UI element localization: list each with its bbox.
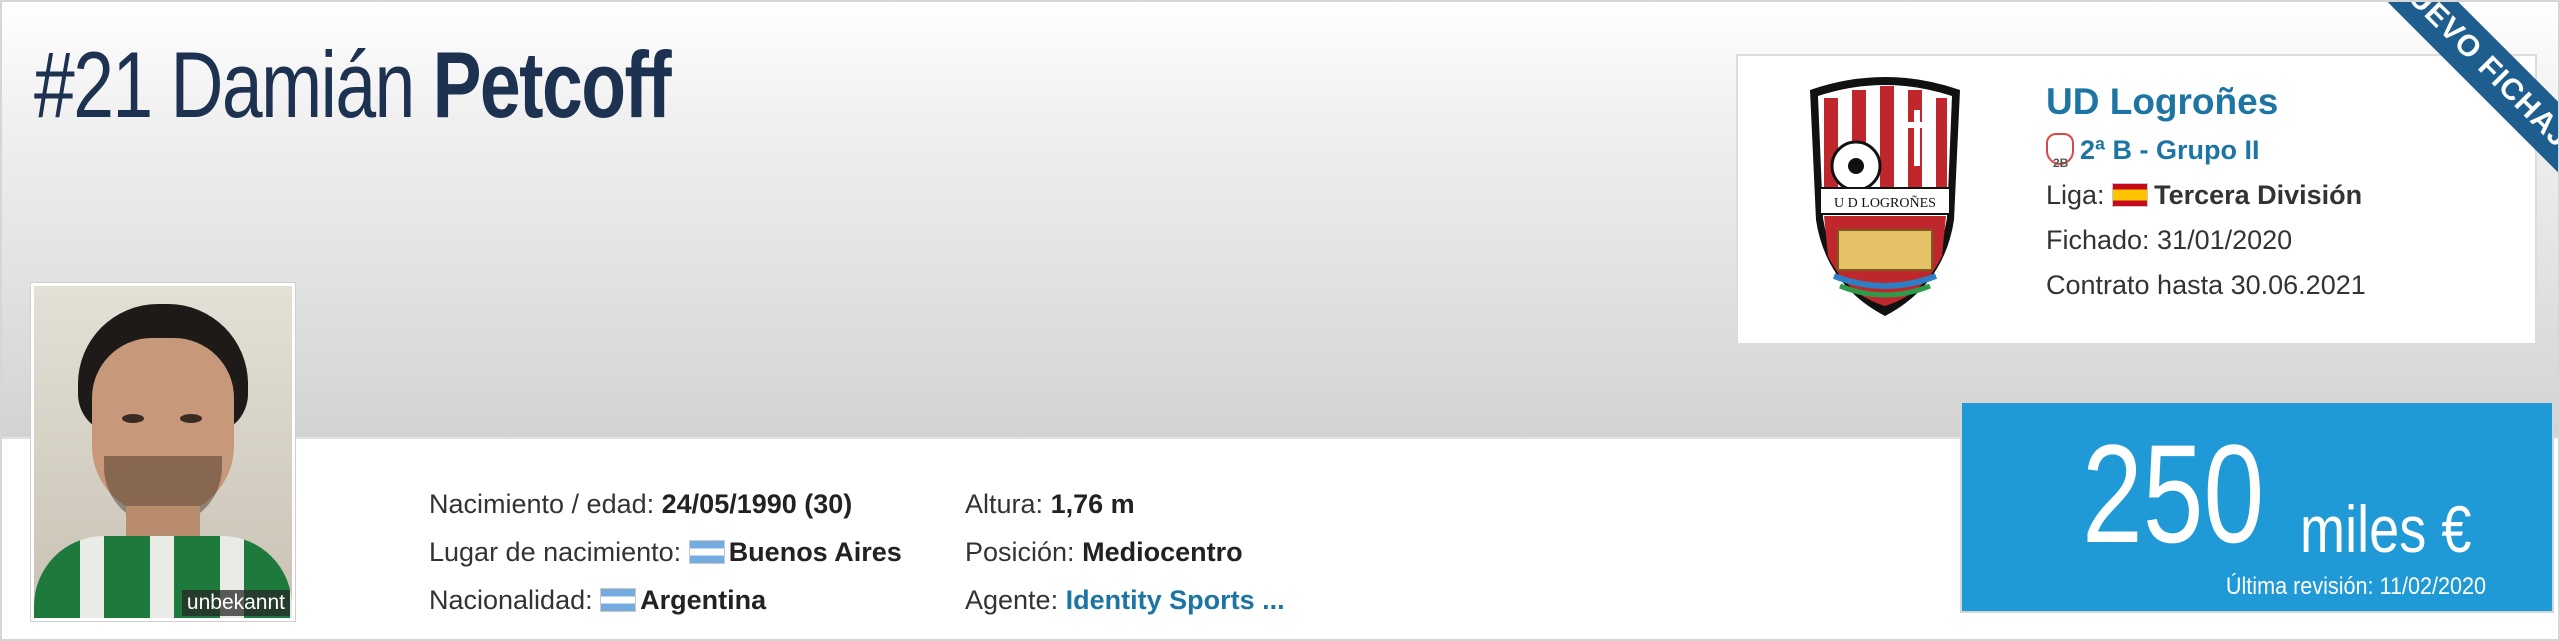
position-row: Posición: Mediocentro <box>965 528 1285 576</box>
market-value-unit: miles € <box>2300 492 2472 566</box>
market-value-amount: 250 <box>2082 415 2265 572</box>
birth-value: 24/05/1990 (30) <box>661 489 853 519</box>
club-name-link[interactable]: UD Logroñes <box>2046 76 2366 128</box>
signed-date: Fichado: 31/01/2020 <box>2046 225 2293 255</box>
league-group-link[interactable]: 2ª B - Grupo II <box>2080 135 2260 165</box>
position-value: Mediocentro <box>1082 537 1243 567</box>
player-info-left: Nacimiento / edad: 24/05/1990 (30) Lugar… <box>429 480 902 624</box>
player-last-name: Petcoff <box>432 32 672 137</box>
market-value-box[interactable]: 250 miles € Última revisión: 11/02/2020 <box>1960 401 2554 613</box>
club-info: UD Logroñes 2B 2ª B - Grupo II Liga: Terc… <box>2046 76 2366 308</box>
player-first-name: Damián <box>170 32 415 137</box>
height-label: Altura: <box>965 489 1044 519</box>
club-box: U D LOGROÑES UD Logroñes 2B 2ª B - Grupo … <box>1736 54 2537 345</box>
birth-row: Nacimiento / edad: 24/05/1990 (30) <box>429 480 902 528</box>
birthplace-value: Buenos Aires <box>728 537 902 567</box>
player-title: #21 Damián Petcoff <box>34 30 672 140</box>
birthplace-label: Lugar de nacimiento: <box>429 537 682 567</box>
player-photo[interactable]: unbekannt <box>31 283 295 621</box>
birthplace-row: Lugar de nacimiento: Buenos Aires <box>429 528 902 576</box>
player-info-right: Altura: 1,76 m Posición: Mediocentro Age… <box>965 480 1285 624</box>
height-row: Altura: 1,76 m <box>965 480 1285 528</box>
league-group-row: 2B 2ª B - Grupo II <box>2046 128 2366 173</box>
nationality-label: Nacionalidad: <box>429 585 593 615</box>
height-value: 1,76 m <box>1050 489 1135 519</box>
market-value-last-revision: Última revisión: 11/02/2020 <box>2225 573 2486 600</box>
league-shield-icon: 2B <box>2046 133 2074 170</box>
league-value[interactable]: Tercera División <box>2154 180 2362 210</box>
agent-row: Agente: Identity Sports ... <box>965 576 1285 624</box>
player-header: #21 Damián Petcoff unbekannt Nacimiento … <box>0 0 2560 641</box>
argentina-flag-icon <box>688 540 725 564</box>
player-number: #21 <box>34 32 153 137</box>
birth-label: Nacimiento / edad: <box>429 489 655 519</box>
league-row: Liga: Tercera División <box>2046 173 2366 218</box>
agent-label: Agente: <box>965 585 1059 615</box>
agent-link[interactable]: Identity Sports ... <box>1066 585 1285 615</box>
crest-text: U D LOGROÑES <box>1834 195 1936 211</box>
spain-flag-icon <box>2112 183 2149 207</box>
nationality-value: Argentina <box>640 585 767 615</box>
contract-until: Contrato hasta 30.06.2021 <box>2046 270 2366 300</box>
argentina-flag-icon <box>600 588 637 612</box>
photo-caption: unbekannt <box>181 590 290 616</box>
position-label: Posición: <box>965 537 1075 567</box>
club-crest-icon[interactable]: U D LOGROÑES <box>1804 70 1966 320</box>
nationality-row: Nacionalidad: Argentina <box>429 576 902 624</box>
